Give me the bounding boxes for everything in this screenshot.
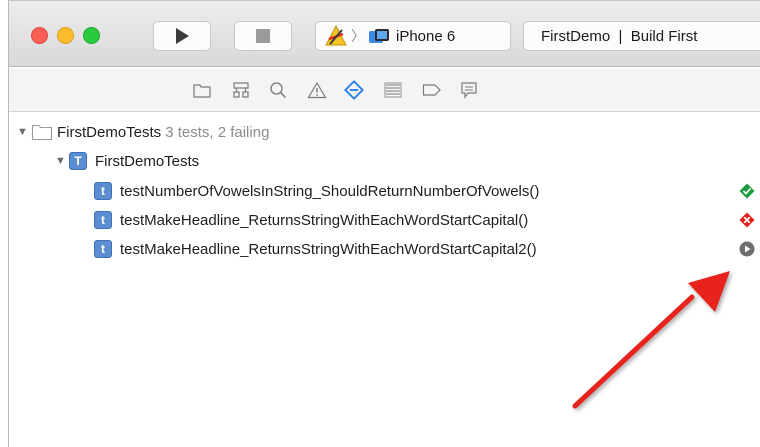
search-icon: [270, 82, 287, 99]
target-row[interactable]: ▼ T FirstDemoTests: [55, 148, 199, 174]
test-case-row[interactable]: t testNumberOfVowelsInString_ShouldRetur…: [94, 178, 539, 204]
xcode-window: 〉 iPhone 6 FirstDemo | Build First ▼ Fir…: [8, 0, 760, 447]
test-icon: [344, 80, 364, 100]
debug-icon: [384, 82, 402, 98]
target-name: FirstDemoTests: [95, 152, 200, 170]
close-window-button[interactable]: [31, 27, 48, 44]
test-case-icon: t: [94, 240, 112, 258]
test-case-name: testMakeHeadline_ReturnsStringWithEachWo…: [120, 211, 529, 229]
chevron-right-icon: 〉: [351, 28, 365, 44]
folder-icon: [193, 84, 211, 98]
zoom-window-button[interactable]: [83, 27, 100, 44]
test-summary: 3 tests, 2 failing: [165, 123, 270, 141]
test-case-icon: t: [94, 182, 112, 200]
iphone-device-icon: [369, 29, 389, 43]
test-case-name: testMakeHeadline_ReturnsStringWithEachWo…: [120, 240, 537, 258]
test-case-icon: t: [94, 211, 112, 229]
folder-icon: [31, 124, 53, 141]
test-case-row[interactable]: t testMakeHeadline_ReturnsStringWithEach…: [94, 207, 528, 233]
disclosure-triangle-icon[interactable]: ▼: [55, 155, 69, 167]
symbol-navigator-tab[interactable]: [231, 80, 251, 100]
toolbar: 〉 iPhone 6 FirstDemo | Build First: [9, 1, 760, 67]
breakpoint-navigator-tab[interactable]: [422, 80, 442, 100]
project-navigator-tab[interactable]: [192, 80, 212, 100]
play-icon: [176, 28, 189, 44]
stop-icon: [256, 29, 270, 43]
stop-button[interactable]: [234, 21, 292, 51]
symbol-icon: [233, 82, 249, 98]
test-navigator-tab[interactable]: [344, 80, 364, 100]
scheme-selector[interactable]: 〉 iPhone 6: [315, 21, 511, 51]
project-row[interactable]: ▼ FirstDemoTests 3 tests, 2 failing: [17, 119, 269, 145]
test-passed-icon[interactable]: [739, 183, 755, 199]
debug-navigator-tab[interactable]: [383, 80, 403, 100]
issue-navigator-tab[interactable]: [307, 80, 327, 100]
scheme-device-label: iPhone 6: [396, 27, 456, 45]
report-navigator-tab[interactable]: [459, 80, 479, 100]
run-button[interactable]: [153, 21, 211, 51]
navigator-tab-bar: [9, 68, 760, 112]
log-icon: [461, 82, 477, 99]
warning-icon: [307, 81, 327, 99]
run-test-icon[interactable]: [739, 241, 755, 257]
disclosure-triangle-icon[interactable]: ▼: [17, 126, 31, 138]
test-target-icon: T: [69, 152, 87, 170]
minimize-window-button[interactable]: [57, 27, 74, 44]
find-navigator-tab[interactable]: [268, 80, 288, 100]
activity-status: FirstDemo | Build First: [523, 21, 760, 51]
test-case-name: testNumberOfVowelsInString_ShouldReturnN…: [120, 182, 540, 200]
project-name: FirstDemoTests: [57, 123, 162, 141]
breakpoint-icon: [422, 84, 441, 96]
test-case-row[interactable]: t testMakeHeadline_ReturnsStringWithEach…: [94, 236, 537, 262]
xcode-app-icon: [325, 25, 347, 46]
test-failed-icon[interactable]: [739, 212, 755, 228]
